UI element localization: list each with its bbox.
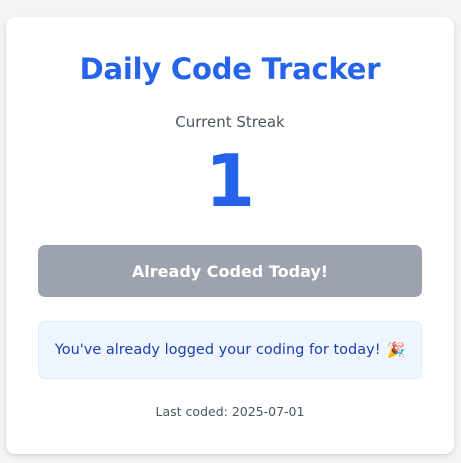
tracker-card: Daily Code Tracker Current Streak 1 Alre… (6, 17, 454, 454)
streak-count: 1 (204, 139, 256, 223)
last-coded-label: Last coded: (155, 404, 232, 419)
page-title: Daily Code Tracker (79, 52, 381, 86)
streak-label: Current Streak (175, 113, 285, 131)
status-message: You've already logged your coding for to… (38, 321, 422, 379)
last-coded-info: Last coded: 2025-07-01 (6, 404, 454, 419)
status-message-text: You've already logged your coding for to… (54, 342, 381, 358)
last-coded-date: 2025-07-01 (231, 404, 305, 419)
party-popper-icon: 🎉 (386, 341, 406, 359)
log-coding-button[interactable]: Already Coded Today! (38, 245, 422, 297)
